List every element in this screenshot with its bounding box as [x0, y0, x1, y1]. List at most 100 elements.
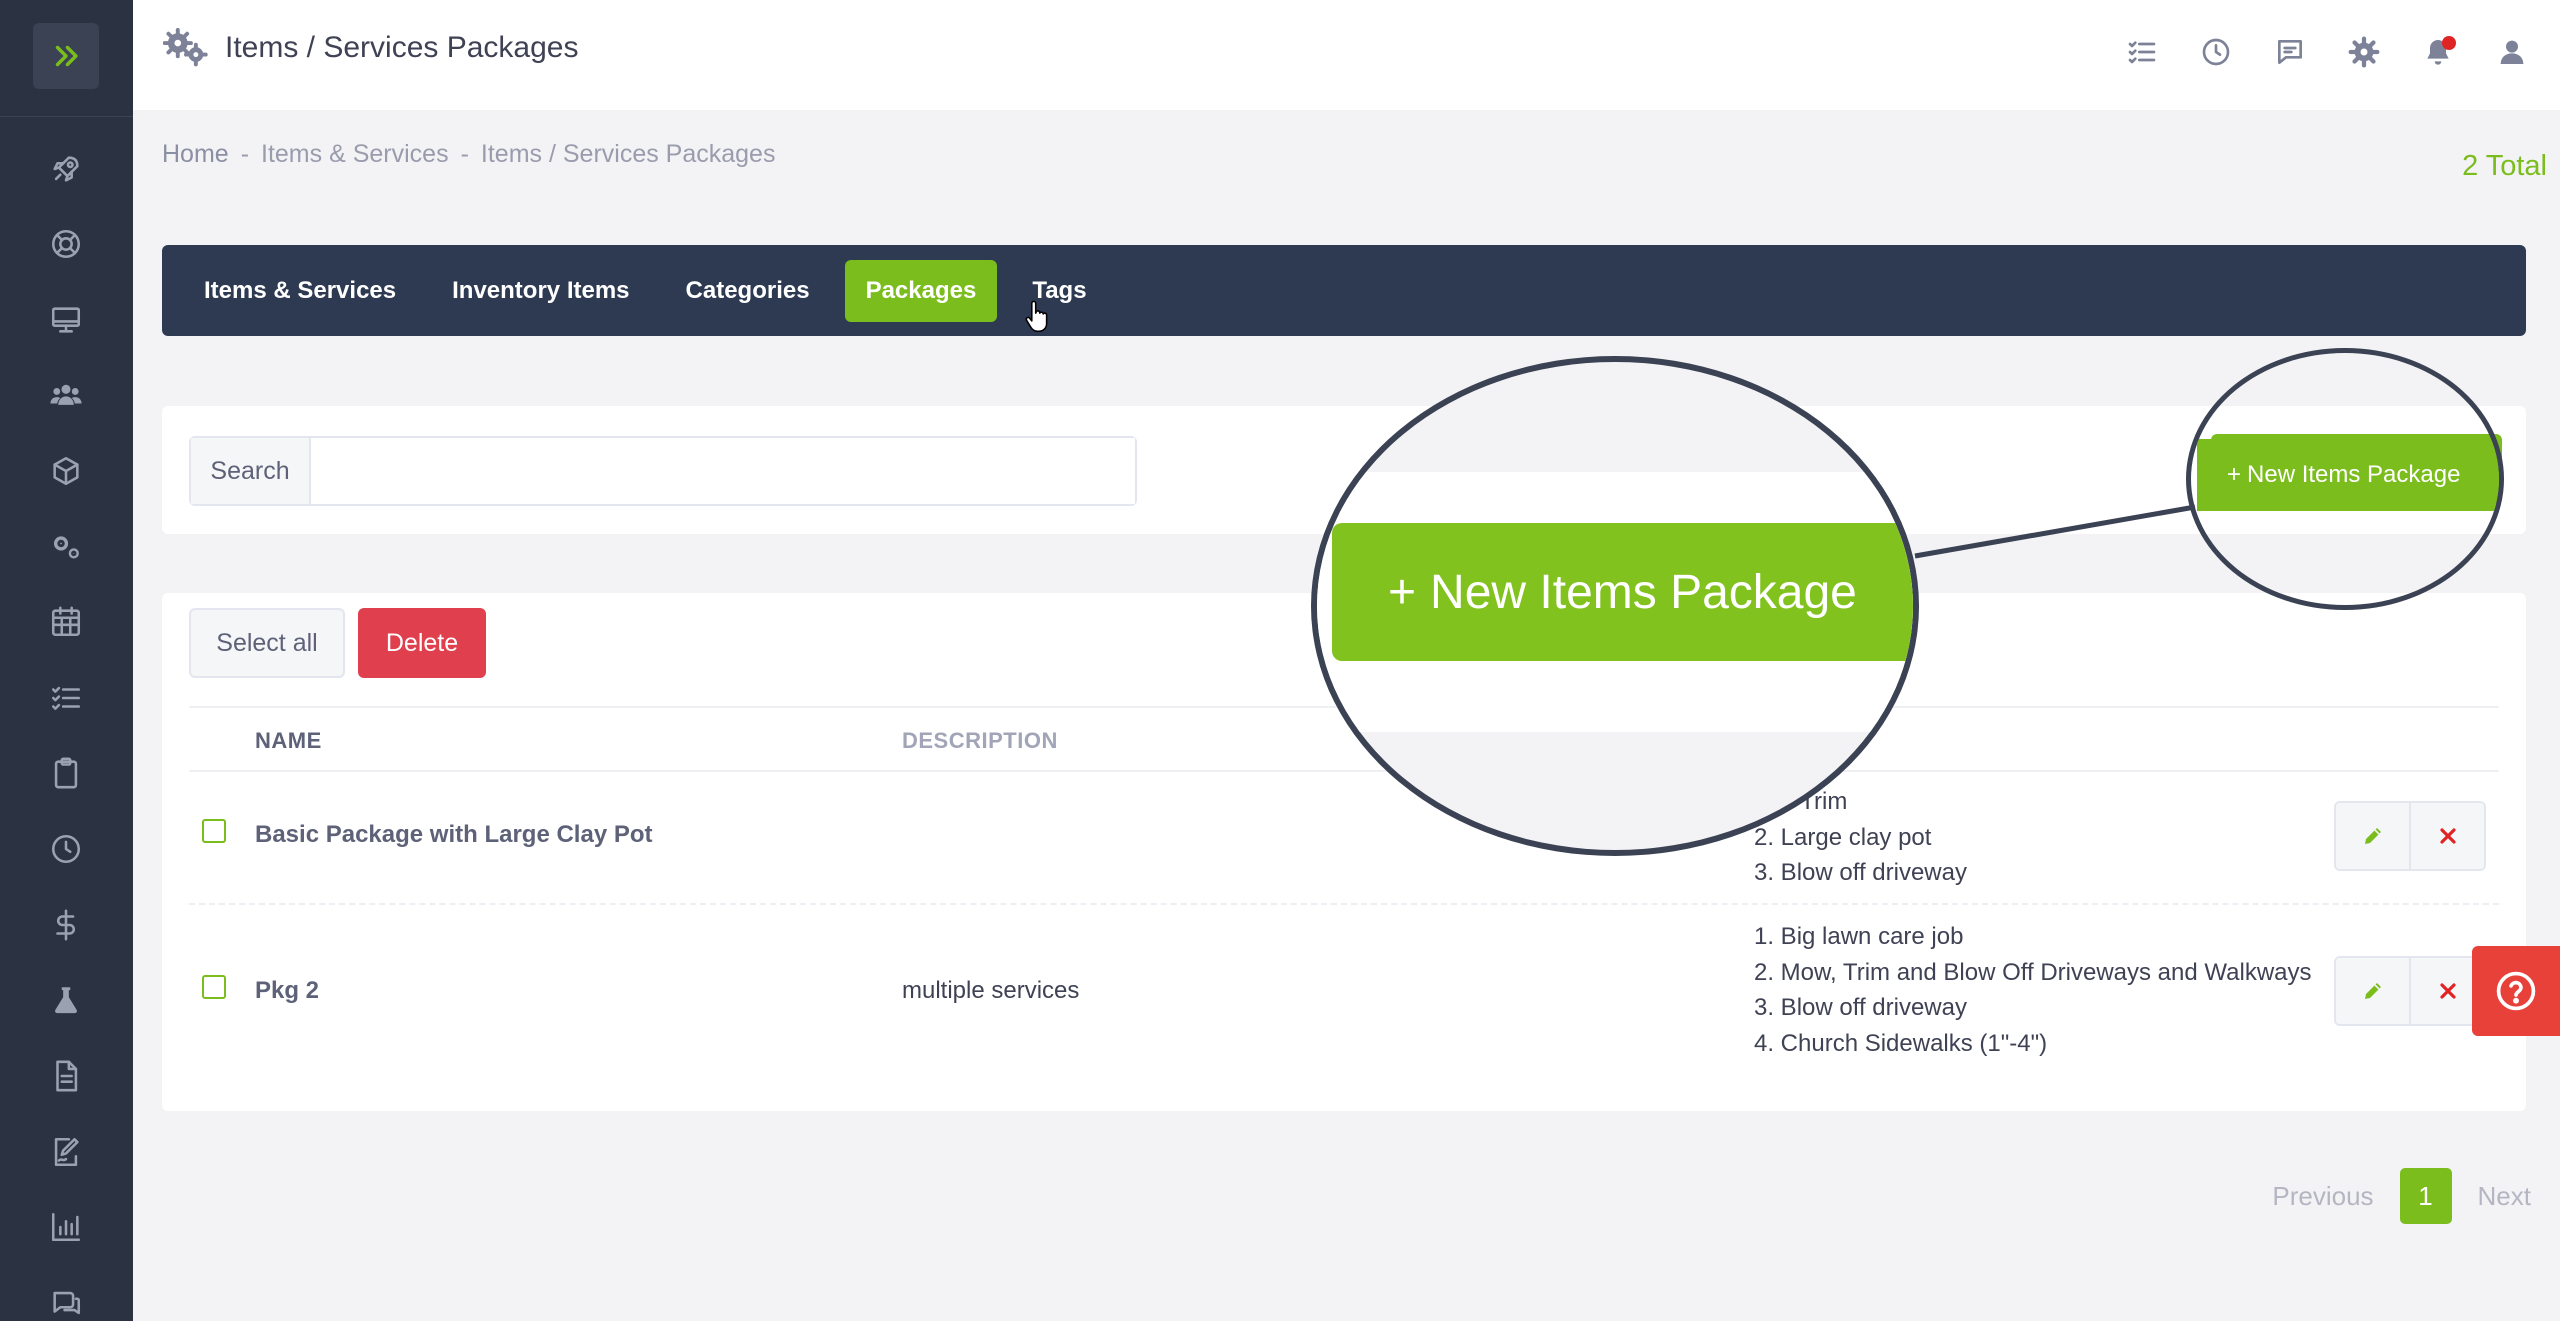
- close-icon: [2439, 828, 2456, 844]
- settings-button[interactable]: [2346, 34, 2382, 70]
- sidebar-toggle-button[interactable]: [33, 23, 99, 89]
- pagination-next[interactable]: Next: [2478, 1181, 2531, 1212]
- close-icon: [2439, 983, 2456, 999]
- sidebar-item-tasks[interactable]: [44, 676, 88, 720]
- row-checkbox[interactable]: [202, 819, 226, 843]
- bar-chart-icon: [51, 1212, 81, 1242]
- package-items-list: 1. Big lawn care job 2. Mow, Trim and Bl…: [1754, 919, 2312, 1061]
- tab-items-services[interactable]: Items & Services: [183, 260, 417, 322]
- highlighted-new-items-package-button[interactable]: + New Items Package: [2197, 439, 2499, 511]
- row-checkbox[interactable]: [202, 975, 226, 999]
- sidebar-item-lab[interactable]: [44, 978, 88, 1022]
- search-label: Search: [191, 438, 311, 504]
- messages-button[interactable]: [2272, 34, 2308, 70]
- column-header-name[interactable]: NAME: [255, 728, 322, 754]
- remove-button[interactable]: [2409, 803, 2484, 869]
- calendar-grid-icon: [51, 606, 81, 637]
- sidebar-item-billing[interactable]: [44, 903, 88, 947]
- tab-bar: Items & Services Inventory Items Categor…: [162, 245, 2526, 336]
- table-row: Pkg 2 multiple services 1. Big lawn care…: [189, 905, 2499, 1075]
- gears-icon: [163, 28, 208, 67]
- sidebar-item-clipboard[interactable]: [44, 751, 88, 795]
- help-button[interactable]: [2472, 946, 2560, 1036]
- user-menu-button[interactable]: [2494, 34, 2530, 70]
- clock-icon: [2202, 38, 2230, 66]
- plus-icon: +: [1388, 565, 1417, 619]
- gear-icon: [2348, 36, 2380, 68]
- search-input[interactable]: [311, 438, 1135, 504]
- breadcrumb-current: Items / Services Packages: [480, 140, 776, 168]
- document-icon: [56, 1060, 78, 1092]
- package-item: 1. Big lawn care job: [1754, 923, 1964, 950]
- package-item: 4. Church Sidewalks (1"-4"): [1754, 1029, 2048, 1057]
- page-title-group: Items / Services Packages: [163, 28, 578, 68]
- sidebar-item-support[interactable]: [44, 222, 88, 266]
- total-count: 2 Total: [2462, 150, 2547, 182]
- pagination-previous[interactable]: Previous: [2272, 1181, 2373, 1212]
- zoom-magnifier: + New Items Package: [1311, 356, 1919, 856]
- pagination-page-current[interactable]: 1: [2399, 1168, 2452, 1224]
- sidebar-divider: [0, 116, 133, 117]
- sidebar: [0, 0, 133, 1321]
- zoom-highlight-circle: + New Items Package: [2186, 348, 2504, 610]
- breadcrumb-items-services[interactable]: Items & Services: [261, 140, 449, 169]
- package-item: 3. Blow off driveway: [1754, 859, 1967, 886]
- double-chevron-right-icon: [55, 45, 78, 67]
- chat-icon: [53, 1291, 81, 1315]
- top-toolbar: [2124, 34, 2530, 70]
- tasks-button[interactable]: [2124, 34, 2160, 70]
- tab-inventory-items[interactable]: Inventory Items: [431, 260, 650, 322]
- pencil-icon: [2364, 828, 2381, 844]
- select-all-button[interactable]: Select all: [189, 608, 345, 678]
- sidebar-item-schedule[interactable]: [44, 600, 88, 644]
- monitor-icon: [51, 307, 81, 333]
- sidebar-item-items-services[interactable]: [44, 525, 88, 569]
- clock-icon: [51, 834, 81, 864]
- plus-icon: +: [2227, 461, 2242, 488]
- package-name[interactable]: Basic Package with Large Clay Pot: [255, 821, 653, 849]
- top-header: Items / Services Packages: [133, 0, 2560, 110]
- sidebar-item-documents[interactable]: [44, 1054, 88, 1098]
- rocket-icon: [53, 156, 79, 182]
- notification-badge: [2442, 36, 2456, 50]
- sidebar-item-chat[interactable]: [44, 1281, 88, 1321]
- pagination: Previous 1 Next: [2272, 1168, 2531, 1224]
- sidebar-item-reports[interactable]: [44, 1205, 88, 1249]
- sidebar-item-inventory[interactable]: [44, 449, 88, 493]
- tab-packages[interactable]: Packages: [844, 259, 998, 322]
- column-header-description[interactable]: DESCRIPTION: [902, 728, 1058, 754]
- breadcrumb: Home - Items & Services - Items / Servic…: [162, 140, 775, 169]
- search-group: Search: [189, 436, 1137, 506]
- edit-button[interactable]: [2336, 958, 2409, 1024]
- checklist-icon: [51, 686, 81, 710]
- row-actions: [2334, 801, 2486, 871]
- clipboard-icon: [54, 757, 78, 789]
- gears-icon: [53, 536, 79, 559]
- lifebuoy-icon: [51, 229, 81, 259]
- package-item: 3. Blow off driveway: [1754, 994, 1967, 1021]
- package-item: 2. Large clay pot: [1754, 823, 1932, 851]
- delete-button[interactable]: Delete: [358, 608, 486, 678]
- sidebar-item-users[interactable]: [44, 373, 88, 417]
- sidebar-item-monitor[interactable]: [44, 298, 88, 342]
- sidebar-item-time[interactable]: [44, 827, 88, 871]
- package-name[interactable]: Pkg 2: [255, 977, 319, 1005]
- history-button[interactable]: [2198, 34, 2234, 70]
- box-icon: [53, 456, 79, 486]
- dollar-icon: [56, 909, 76, 941]
- notifications-button[interactable]: [2420, 34, 2456, 70]
- table-row: Basic Package with Large Clay Pot and Tr…: [189, 772, 2499, 905]
- signature-icon: [54, 1137, 79, 1167]
- hand-cursor-icon: [1025, 300, 1048, 333]
- sidebar-item-rocket[interactable]: [44, 147, 88, 191]
- tab-categories[interactable]: Categories: [665, 260, 831, 322]
- message-icon: [2278, 40, 2302, 64]
- page-title: Items / Services Packages: [225, 31, 579, 64]
- edit-button[interactable]: [2336, 803, 2409, 869]
- breadcrumb-home[interactable]: Home: [162, 140, 229, 169]
- breadcrumb-separator: -: [240, 140, 250, 168]
- zoomed-new-items-package-button: + New Items Package: [1332, 523, 1913, 661]
- package-description: multiple services: [902, 977, 1080, 1004]
- sidebar-item-contracts[interactable]: [44, 1130, 88, 1174]
- highlighted-button-label: New Items Package: [2247, 461, 2461, 488]
